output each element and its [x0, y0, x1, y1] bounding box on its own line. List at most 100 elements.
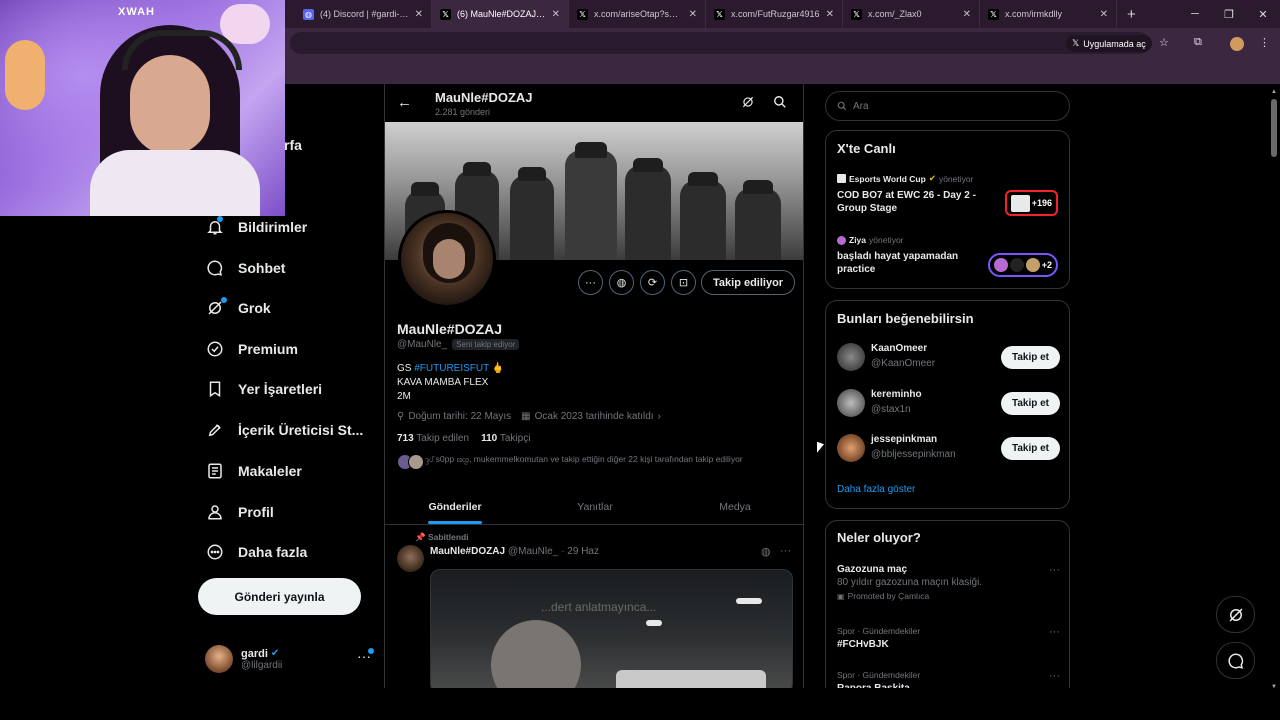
avatar	[1009, 258, 1024, 272]
menu-dots-icon[interactable]: ⋮	[1259, 36, 1270, 49]
follow-button[interactable]: Takip et	[1000, 437, 1060, 460]
gift-icon[interactable]: ⊡	[671, 270, 696, 295]
back-arrow-icon[interactable]: ←	[397, 94, 412, 111]
live-participants-pill[interactable]: +2	[988, 253, 1058, 277]
user-name: kereminho	[871, 389, 922, 400]
following-button[interactable]: Takip ediliyor	[701, 270, 796, 295]
tweet-author-name[interactable]: MauNle#DOZAJ	[430, 546, 505, 557]
profile-column: ← MauNle#DOZAJ 2.281 gönderi ··· ◍ ⟳ ⊡ T…	[384, 84, 804, 688]
more-dots-icon[interactable]: ···	[1049, 626, 1060, 638]
tab-media[interactable]: Medya	[665, 492, 803, 524]
trend-category: Spor · Gündemdekiler	[837, 670, 921, 680]
live-host: Ziya	[849, 235, 867, 245]
address-bar[interactable]	[290, 32, 1150, 54]
maximize-icon[interactable]: ❐	[1212, 8, 1246, 21]
close-window-icon[interactable]: ✕	[1246, 8, 1280, 21]
avatar[interactable]	[397, 545, 424, 572]
browser-tab[interactable]: 𝕏 x.com/_Zlax0 ✕	[843, 0, 980, 28]
search-icon[interactable]	[773, 95, 787, 109]
profile-header-bar: ← MauNle#DOZAJ 2.281 gönderi	[385, 84, 803, 122]
tweet-date[interactable]: · 29 Haz	[561, 546, 599, 557]
sidebar-item-creator-studio[interactable]: İçerik Üreticisi St...	[206, 421, 363, 439]
more-dots-icon[interactable]: ···	[1049, 670, 1060, 682]
video-caption: ...dert anlatmayınca...	[541, 600, 657, 614]
close-tab-icon[interactable]: ✕	[1100, 9, 1108, 20]
close-tab-icon[interactable]: ✕	[552, 9, 560, 20]
follow-button[interactable]: Takip et	[1000, 392, 1060, 415]
profile-avatar-icon[interactable]	[1230, 37, 1244, 51]
browser-tab-active[interactable]: 𝕏 (6) MauNle#DOZAJ (@MauNle_ ✕	[432, 0, 569, 28]
search-input[interactable]: Ara	[825, 91, 1070, 121]
search-icon	[837, 101, 847, 111]
following-link[interactable]: 713 Takip edilen	[397, 433, 469, 444]
grok-icon[interactable]: ◍	[761, 545, 771, 558]
scroll-down-icon[interactable]: ▼	[1271, 684, 1277, 690]
following-label: Takip edilen	[416, 433, 470, 444]
x-icon: 𝕏	[440, 8, 451, 20]
tab-posts[interactable]: Gönderiler	[385, 492, 525, 524]
sidebar-item-more[interactable]: Daha fazla	[206, 543, 307, 561]
account-name: gardi	[241, 647, 268, 660]
mutual-followers[interactable]: ᦡᦔ s0pp ᦕᦖ, mukemmelkomutan ve takip ett…	[397, 454, 797, 470]
minimize-icon[interactable]: ─	[1178, 8, 1212, 20]
bio-hashtag-link[interactable]: #FUTUREISFUT	[414, 363, 489, 374]
post-count: 2.281 gönderi	[435, 107, 491, 117]
bio-emoji: 🖕	[491, 363, 505, 374]
more-dots-icon[interactable]: ···	[1049, 564, 1060, 576]
close-tab-icon[interactable]: ✕	[826, 9, 834, 20]
pinned-label: 📌 Sabitlendi	[415, 532, 469, 543]
post-button[interactable]: Gönderi yayınla	[198, 578, 361, 615]
suggested-user[interactable]: KaanOmeer @KaanOmeer Takip et	[837, 341, 1062, 375]
notify-bell-icon[interactable]: ⟳	[640, 270, 665, 295]
show-more-link[interactable]: Daha fazla göster	[837, 484, 915, 495]
browser-tab[interactable]: 𝕏 x.com/ariseOtap?s=11 ✕	[569, 0, 706, 28]
sidebar-item-premium[interactable]: Premium	[206, 340, 298, 358]
star-icon[interactable]: ☆	[1159, 36, 1169, 49]
more-dots-icon[interactable]: ···	[780, 545, 791, 557]
close-tab-icon[interactable]: ✕	[415, 9, 423, 20]
live-participants-pill[interactable]: +196	[1005, 190, 1058, 216]
close-tab-icon[interactable]: ✕	[689, 9, 697, 20]
suggested-user[interactable]: kereminho @stax1n Takip et	[837, 387, 1062, 421]
browser-tab[interactable]: 𝕏 x.com/FutRuzgar4916 ✕	[706, 0, 843, 28]
joined-row[interactable]: ▦ Ocak 2023 tarihinde katıldı ›	[521, 411, 661, 422]
sidebar-item-chat[interactable]: Sohbet	[206, 259, 285, 277]
sidebar-item-explore-fragment[interactable]: rfa	[284, 137, 302, 153]
new-tab-icon[interactable]: +	[1127, 6, 1136, 23]
extensions-icon[interactable]: ⧉	[1194, 36, 1202, 49]
followers-link[interactable]: 110 Takipçi	[481, 433, 530, 444]
following-count: 713	[397, 433, 414, 444]
chevron-right-icon: ›	[657, 411, 661, 422]
grok-floating-button[interactable]	[1216, 596, 1255, 633]
tweet-media-video[interactable]: ...dert anlatmayınca...	[430, 569, 793, 688]
scrollbar-thumb[interactable]	[1271, 99, 1277, 157]
follow-button[interactable]: Takip et	[1000, 346, 1060, 369]
browser-tab-discord[interactable]: ◍ (4) Discord | #gardi-chat ✕	[295, 0, 432, 28]
profile-handle-row: @MauNle_ Seni takip ediyor	[397, 339, 520, 350]
browser-tab[interactable]: 𝕏 x.com/irmkdlly ✕	[980, 0, 1117, 28]
birthday-row: ⚲ Doğum tarihi: 22 Mayıs	[397, 411, 511, 422]
close-tab-icon[interactable]: ✕	[963, 9, 971, 20]
account-handle: @lilgardii	[241, 659, 283, 671]
grok-icon[interactable]: ◍	[609, 270, 634, 295]
grok-icon[interactable]	[741, 95, 755, 109]
more-dots-icon[interactable]: ···	[578, 270, 603, 295]
avatar	[205, 645, 233, 673]
chat-floating-button[interactable]	[1216, 642, 1255, 679]
suggested-user[interactable]: jessepinkman @bbljessepinkman Takip et	[837, 432, 1062, 466]
trend-item[interactable]: Spor · Gündemdekiler #FCHvBJK ···	[837, 626, 1062, 650]
profile-avatar[interactable]	[398, 210, 496, 308]
verified-badge-icon: ✔	[270, 648, 280, 659]
profile-name: MauNle#DOZAJ	[397, 321, 503, 337]
scrollbar[interactable]: ▲ ▼	[1270, 89, 1278, 690]
sidebar-item-articles[interactable]: Makaleler	[206, 462, 302, 480]
sidebar-item-profile[interactable]: Profil	[206, 503, 274, 521]
sidebar-item-bookmarks[interactable]: Yer İşaretleri	[206, 380, 322, 398]
sidebar-item-grok[interactable]: Grok	[206, 299, 271, 317]
scroll-up-icon[interactable]: ▲	[1271, 89, 1277, 95]
sidebar-item-label: Profil	[238, 504, 274, 520]
trend-item[interactable]: Gazozuna maç 80 yıldır gazozuna maçın kl…	[837, 564, 1062, 601]
tab-replies[interactable]: Yanıtlar	[525, 492, 665, 524]
open-in-app-button[interactable]: 𝕏 Uygulamada aç	[1066, 35, 1152, 52]
account-switcher[interactable]: gardi ✔ @lilgardii ···	[205, 642, 375, 676]
